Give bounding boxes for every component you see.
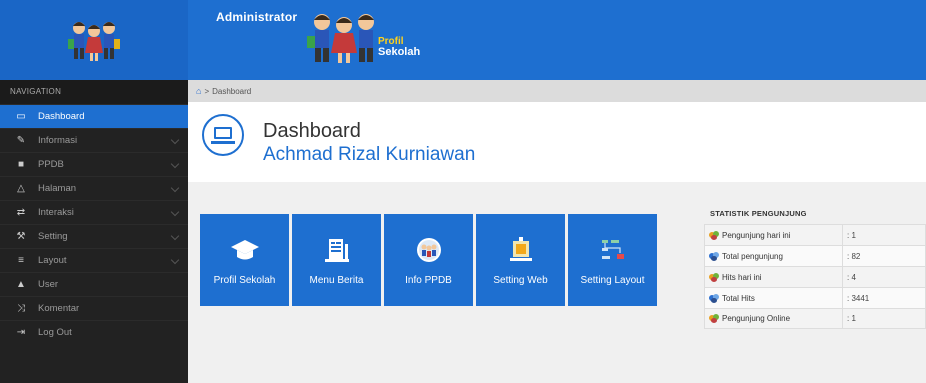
sidebar-item-setting[interactable]: ⚒ Setting — [0, 224, 188, 248]
users-icon — [709, 293, 720, 303]
users-icon — [709, 272, 720, 282]
list-icon: ≡ — [18, 255, 24, 266]
tile-label: Setting Web — [493, 275, 548, 286]
sidebar-item-label: User — [38, 279, 59, 290]
users-icon — [709, 230, 720, 240]
sidebar-item-label: PPDB — [38, 159, 64, 170]
sidebar-item-label: Setting — [38, 231, 68, 242]
users-icon — [709, 314, 720, 323]
chevron-down-icon — [170, 183, 180, 193]
kids-banner-icon — [307, 14, 374, 63]
table-row: Pengunjung Online : 1 — [704, 308, 926, 329]
laptop-icon: ▭ — [16, 111, 26, 122]
bell-icon: △ — [17, 183, 25, 194]
nav-heading: NAVIGATION — [0, 80, 188, 104]
stats-table: Pengunjung hari ini : 1 Total pengunjung… — [704, 224, 926, 329]
sidebar-item-label: Layout — [38, 255, 67, 266]
book-icon: ■ — [17, 159, 25, 170]
stat-label: Total pengunjung — [722, 251, 783, 261]
page-title: Dashboard — [263, 120, 361, 142]
users-icon — [709, 251, 720, 261]
home-icon[interactable]: ⌂ — [196, 86, 201, 96]
stat-label: Pengunjung hari ini — [722, 230, 791, 240]
stats-title: STATISTIK PENGUNJUNG — [710, 209, 807, 218]
sidebar-item-informasi[interactable]: ✎ Informasi — [0, 128, 188, 152]
sidebar-item-label: Komentar — [38, 303, 80, 314]
sidebar-item-komentar[interactable]: ⤨ Komentar — [0, 296, 188, 320]
sidebar-item-label: Dashboard — [38, 111, 85, 122]
stat-value: : 1 — [847, 230, 856, 240]
chevron-down-icon — [170, 231, 180, 241]
main-content: Profil Sekolah Menu Berita Info PPDB Set… — [188, 182, 926, 383]
kids-logo-icon — [68, 22, 120, 61]
chevron-down-icon — [170, 207, 180, 217]
chevron-down-icon — [170, 255, 180, 265]
graduation-cap-icon — [231, 240, 259, 260]
table-row: Total pengunjung : 82 — [704, 245, 926, 266]
logout-icon: ⇥ — [16, 327, 26, 338]
stat-value: : 4 — [847, 272, 856, 282]
breadcrumb-separator: > — [204, 86, 210, 96]
tile-label: Menu Berita — [309, 275, 364, 286]
sidebar: NAVIGATION ▭ Dashboard ✎ Informasi ■ PPD… — [0, 80, 188, 383]
chevron-down-icon — [170, 159, 180, 169]
ticket-icon: ⇄ — [16, 207, 26, 218]
stat-value: : 1 — [847, 314, 856, 323]
sidebar-item-halaman[interactable]: △ Halaman — [0, 176, 188, 200]
pencil-icon: ✎ — [16, 135, 26, 146]
breadcrumb-current: Dashboard — [212, 86, 252, 96]
school-logo[interactable] — [0, 0, 188, 80]
layout-flow-icon — [602, 240, 624, 259]
table-row: Total Hits : 3441 — [704, 287, 926, 308]
brand-sekolah-text: Sekolah — [378, 46, 421, 58]
sidebar-item-label: Log Out — [38, 327, 72, 338]
tile-label: Profil Sekolah — [213, 275, 276, 286]
chevron-down-icon — [170, 135, 180, 145]
wrench-icon: ⚒ — [16, 231, 26, 242]
sidebar-item-interaksi[interactable]: ⇄ Interaksi — [0, 200, 188, 224]
tile-label: Info PPDB — [405, 275, 452, 286]
stat-value: : 3441 — [847, 293, 870, 303]
page-subtitle: Achmad Rizal Kurniawan — [263, 144, 476, 165]
brand-admin-text: Administrator — [216, 10, 298, 24]
sidebar-item-log-out[interactable]: ⇥ Log Out — [0, 320, 188, 344]
sidebar-item-ppdb[interactable]: ■ PPDB — [0, 152, 188, 176]
shuffle-icon: ⤨ — [17, 303, 25, 314]
tile-setting-layout[interactable]: Setting Layout — [568, 214, 657, 306]
user-icon: ▲ — [16, 279, 26, 290]
visitor-stats-panel: STATISTIK PENGUNJUNG Pengunjung hari ini… — [704, 204, 926, 329]
stat-label: Pengunjung Online — [722, 314, 791, 323]
tile-label: Setting Layout — [580, 275, 645, 286]
tile-setting-web[interactable]: Setting Web — [476, 214, 565, 306]
laptop-icon — [202, 114, 244, 156]
tile-info-ppdb[interactable]: Info PPDB — [384, 214, 473, 306]
page-header: Dashboard Achmad Rizal Kurniawan — [188, 102, 926, 182]
breadcrumb: ⌂ > Dashboard — [188, 80, 926, 102]
news-icon — [325, 239, 349, 262]
stat-value: : 82 — [847, 251, 861, 261]
stat-label: Hits hari ini — [722, 272, 762, 282]
stat-label: Total Hits — [722, 293, 755, 303]
table-row: Pengunjung hari ini : 1 — [704, 224, 926, 245]
table-row: Hits hari ini : 4 — [704, 266, 926, 287]
top-header: Administrator Profil Sekolah — [0, 0, 926, 80]
tile-menu-berita[interactable]: Menu Berita — [292, 214, 381, 306]
kids-badge-icon — [417, 238, 441, 262]
sidebar-item-label: Interaksi — [38, 207, 74, 218]
sidebar-item-layout[interactable]: ≡ Layout — [0, 248, 188, 272]
sidebar-item-dashboard[interactable]: ▭ Dashboard — [0, 104, 188, 128]
sidebar-item-user[interactable]: ▲ User — [0, 272, 188, 296]
sidebar-item-label: Halaman — [38, 183, 77, 194]
tile-profil-sekolah[interactable]: Profil Sekolah — [200, 214, 289, 306]
web-frame-icon — [510, 237, 532, 261]
sidebar-item-label: Informasi — [38, 135, 78, 146]
